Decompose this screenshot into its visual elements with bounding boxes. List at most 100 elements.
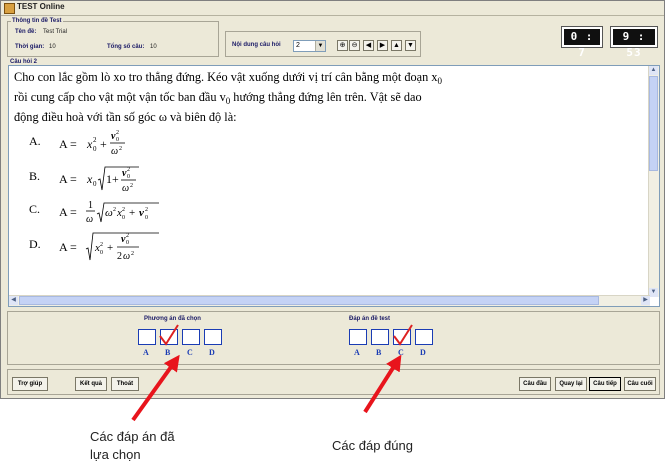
help-button[interactable]: Trợ giúp <box>12 377 48 391</box>
chosen-box-a[interactable] <box>138 329 156 345</box>
option-d-letter: D. <box>29 237 41 251</box>
svg-text:A =: A = <box>59 240 77 254</box>
svg-text:0: 0 <box>127 174 130 180</box>
svg-text:0: 0 <box>145 215 148 221</box>
chosen-box-c[interactable] <box>182 329 200 345</box>
svg-text:1+: 1+ <box>106 172 119 186</box>
correct-letter-d: D <box>420 348 426 357</box>
svg-text:A =: A = <box>59 172 77 186</box>
option-b-letter: B. <box>29 169 41 183</box>
question-select[interactable]: 2 ▼ <box>293 40 326 52</box>
scroll-up-icon[interactable]: ▲ <box>649 66 658 75</box>
svg-text:v: v <box>139 207 144 219</box>
correct-check-icon <box>393 324 413 346</box>
option-c-formula: A = 1 ω ω 2 x 0 2 + v 0 2 <box>59 200 159 225</box>
remaining-clock-display: 9 : 53 <box>613 29 655 59</box>
svg-text:2: 2 <box>113 207 116 213</box>
svg-text:0: 0 <box>100 250 103 256</box>
exit-button[interactable]: Thoát <box>111 377 139 391</box>
arrow-down-icon[interactable]: ▼ <box>405 40 416 51</box>
chosen-letter-d: D <box>209 348 215 357</box>
svg-text:ω: ω <box>105 207 113 219</box>
first-question-button[interactable]: Câu đầu <box>519 377 551 391</box>
scroll-down-icon[interactable]: ▼ <box>649 288 658 297</box>
horizontal-scrollbar[interactable]: ◀ ▶ <box>9 295 650 306</box>
total-questions-label: Tổng số câu: <box>107 44 145 50</box>
svg-text:2: 2 <box>119 146 122 152</box>
svg-text:1: 1 <box>88 200 93 211</box>
svg-text:2: 2 <box>122 207 125 213</box>
zoom-out-icon[interactable]: ⊖ <box>349 40 360 51</box>
question-content-label: Nội dung câu hỏi <box>232 42 281 48</box>
elapsed-clock: 0 : 7 <box>561 26 603 59</box>
option-c: C. A = 1 ω ω 2 x 0 2 + v 0 2 <box>29 196 229 228</box>
svg-text:2: 2 <box>100 242 103 248</box>
caption-chosen-line-1: Các đáp án đã <box>90 429 175 444</box>
answers-group <box>7 311 660 365</box>
question-line-3: động điều hoà với tần số góc ω và biên đ… <box>14 110 237 124</box>
option-a-formula: A = x 0 2 + v 0 2 ω 2 <box>59 130 125 157</box>
horizontal-scroll-thumb[interactable] <box>19 296 599 305</box>
svg-text:A =: A = <box>59 137 77 151</box>
svg-text:2: 2 <box>130 183 133 189</box>
svg-text:0: 0 <box>122 215 125 221</box>
correct-box-d <box>415 329 433 345</box>
svg-text:ω: ω <box>123 251 130 262</box>
correct-letter-a: A <box>354 348 360 357</box>
test-info-group-label: Thông tin đề Test <box>11 18 63 24</box>
arrow-left-icon[interactable]: ◀ <box>363 40 374 51</box>
test-answers-label: Đáp án đề test <box>349 316 391 322</box>
last-question-button[interactable]: Câu cuối <box>624 377 656 391</box>
svg-text:ω: ω <box>86 214 93 225</box>
result-button[interactable]: Kết quả <box>75 377 107 391</box>
svg-text:A =: A = <box>59 205 77 219</box>
svg-text:x: x <box>86 137 93 151</box>
question-text: Cho con lắc gồm lò xo tro thẳng đứng. Ké… <box>14 68 484 127</box>
svg-text:ω: ω <box>111 146 118 157</box>
svg-text:+: + <box>100 137 107 151</box>
previous-question-button[interactable]: Quay lại <box>555 377 587 391</box>
caption-correct: Các đáp đúng <box>332 438 413 453</box>
chosen-answers-label: Phương án đã chọn <box>144 316 201 322</box>
svg-text:x: x <box>86 172 93 186</box>
zoom-in-icon[interactable]: ⊕ <box>337 40 348 51</box>
question-line-1: Cho con lắc gồm lò xo tro thẳng đứng. Ké… <box>14 70 443 86</box>
svg-text:0: 0 <box>93 180 97 188</box>
app-window: TEST Online Thông tin đề Test Tên đề: Te… <box>0 0 665 399</box>
vertical-scroll-thumb[interactable] <box>649 76 658 171</box>
scroll-left-icon[interactable]: ◀ <box>9 296 18 305</box>
svg-text:+: + <box>129 207 135 219</box>
option-d: D. A = x 0 2 + v 0 2 2 ω 2 <box>29 230 229 264</box>
window-title: TEST Online <box>17 2 65 11</box>
option-d-formula: A = x 0 2 + v 0 2 2 ω 2 <box>59 232 159 262</box>
title-bar: TEST Online <box>1 1 664 16</box>
time-label: Thời gian: <box>15 44 45 50</box>
chevron-down-icon[interactable]: ▼ <box>315 41 325 51</box>
correct-letter-b: B <box>376 348 382 357</box>
option-c-letter: C. <box>29 202 41 216</box>
scroll-right-icon[interactable]: ▶ <box>641 296 650 305</box>
svg-text:2: 2 <box>117 251 122 262</box>
app-icon <box>4 3 15 14</box>
test-info-group <box>7 21 219 57</box>
svg-text:+: + <box>107 242 113 254</box>
chosen-box-d[interactable] <box>204 329 222 345</box>
test-name-label: Tên đề: <box>15 29 37 35</box>
chosen-letter-b: B <box>165 348 171 357</box>
svg-text:0: 0 <box>93 145 97 153</box>
next-question-button[interactable]: Câu tiếp <box>589 377 621 391</box>
correct-box-a <box>349 329 367 345</box>
arrow-right-icon[interactable]: ▶ <box>377 40 388 51</box>
chosen-check-icon <box>159 324 179 346</box>
svg-text:2: 2 <box>127 167 130 173</box>
question-panel[interactable]: Cho con lắc gồm lò xo tro thẳng đứng. Ké… <box>8 65 660 307</box>
svg-text:2: 2 <box>116 130 119 136</box>
option-b-formula: A = x 0 1+ v 0 2 ω 2 <box>59 166 139 194</box>
question-select-value: 2 <box>296 42 300 49</box>
correct-box-b <box>371 329 389 345</box>
vertical-scrollbar[interactable]: ▲ ▼ <box>648 66 659 297</box>
correct-letter-c: C <box>398 348 404 357</box>
caption-chosen: Các đáp án đã lựa chọn <box>90 428 175 464</box>
arrow-up-icon[interactable]: ▲ <box>391 40 402 51</box>
test-name-value: Test Trial <box>43 29 68 35</box>
